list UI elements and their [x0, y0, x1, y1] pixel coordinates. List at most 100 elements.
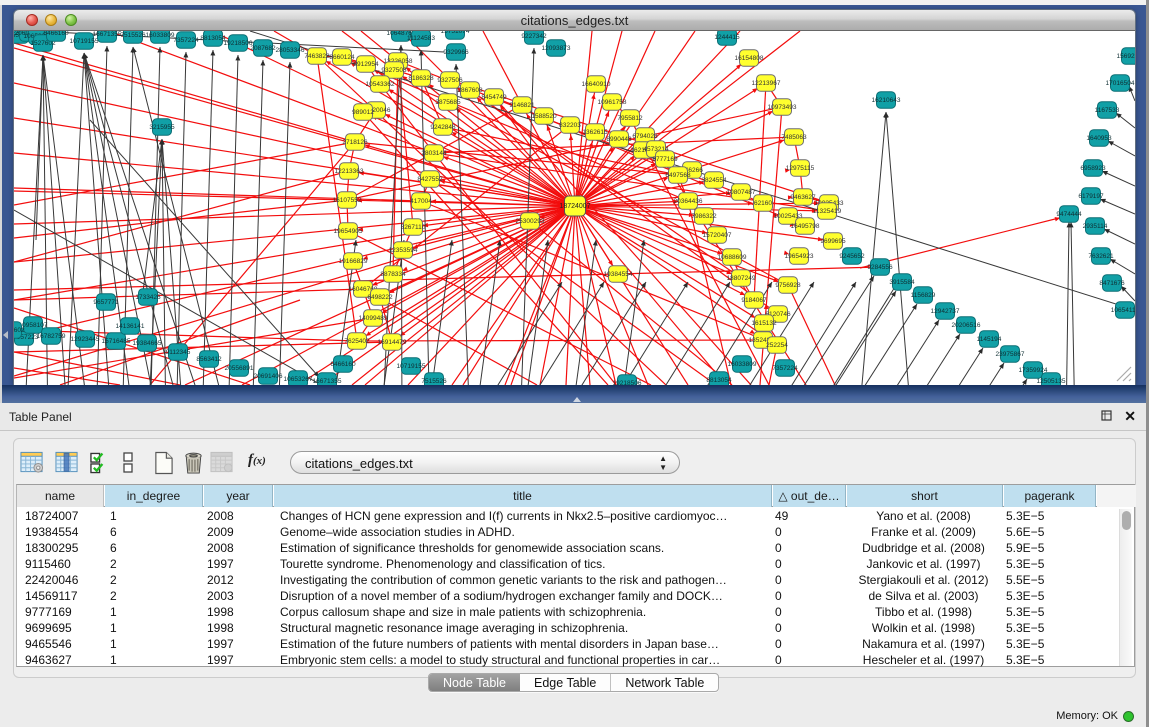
svg-text:6466160: 6466160: [43, 31, 69, 37]
svg-text:8990448: 8990448: [606, 136, 632, 143]
svg-text:7515526: 7515526: [421, 378, 447, 385]
svg-text:12942737: 12942737: [931, 308, 960, 315]
svg-text:10543362: 10543362: [366, 81, 395, 88]
svg-text:10719155: 10719155: [397, 363, 426, 370]
svg-text:20364436: 20364436: [674, 198, 703, 205]
svg-text:9184067: 9184067: [741, 297, 767, 304]
svg-text:10688609: 10688609: [718, 254, 747, 261]
svg-text:8912954: 8912954: [353, 61, 379, 68]
svg-text:9327503: 9327503: [381, 67, 407, 74]
svg-text:8813054: 8813054: [706, 377, 732, 384]
svg-text:19654923: 19654923: [785, 253, 814, 260]
svg-text:8878334: 8878334: [380, 271, 406, 278]
svg-text:16495798: 16495798: [791, 223, 820, 230]
svg-text:6958923: 6958923: [1080, 165, 1106, 172]
svg-text:9227342: 9227342: [521, 33, 547, 40]
svg-text:6794028: 6794028: [632, 133, 658, 140]
svg-text:16671355: 16671355: [313, 378, 342, 385]
svg-text:12975115: 12975115: [786, 165, 815, 172]
svg-text:7485063: 7485063: [781, 134, 807, 141]
svg-text:1588520: 1588520: [531, 113, 557, 120]
svg-text:6179197: 6179197: [1078, 193, 1104, 200]
svg-text:2867608: 2867608: [457, 87, 483, 94]
svg-text:12213363: 12213363: [335, 168, 364, 175]
svg-text:9463627: 9463627: [790, 194, 816, 201]
svg-text:16671355: 16671355: [93, 31, 122, 38]
svg-text:20206516: 20206516: [952, 322, 981, 329]
svg-text:18807249: 18807249: [727, 275, 756, 282]
svg-text:15720407: 15720407: [703, 232, 732, 239]
svg-text:989012: 989012: [352, 109, 374, 116]
svg-text:7955812: 7955812: [617, 115, 643, 122]
svg-text:7632621: 7632621: [1088, 253, 1114, 260]
svg-text:8563412: 8563412: [196, 356, 222, 363]
svg-text:9474444: 9474444: [1056, 211, 1082, 218]
svg-text:417004: 417004: [410, 198, 432, 205]
svg-text:2803144: 2803144: [421, 150, 447, 157]
svg-text:1244415: 1244415: [714, 34, 740, 41]
svg-text:9657771: 9657771: [93, 299, 119, 306]
svg-text:10719155: 10719155: [70, 38, 99, 45]
svg-text:15692371: 15692371: [1117, 53, 1135, 60]
svg-text:10653267: 10653267: [284, 376, 313, 383]
svg-text:1167533: 1167533: [1095, 107, 1120, 114]
svg-text:7986322: 7986322: [691, 213, 717, 220]
svg-text:10973493: 10973493: [768, 104, 797, 111]
svg-text:6498222: 6498222: [367, 294, 393, 301]
svg-text:1527602: 1527602: [14, 327, 25, 334]
svg-text:16107552: 16107552: [333, 197, 362, 204]
svg-text:2718126: 2718126: [342, 139, 368, 146]
svg-text:62160: 62160: [754, 200, 772, 207]
svg-text:832203: 832203: [559, 122, 581, 129]
svg-text:8813054: 8813054: [200, 35, 226, 42]
svg-text:12505135: 12505135: [1037, 378, 1066, 385]
svg-text:7357224: 7357224: [173, 37, 199, 44]
svg-text:1640953: 1640953: [1086, 135, 1112, 142]
svg-text:8186328: 8186328: [408, 75, 434, 82]
svg-text:16210643: 16210643: [872, 97, 901, 104]
svg-text:11325419: 11325419: [813, 208, 842, 215]
svg-text:12213967: 12213967: [752, 80, 781, 87]
svg-text:19654905: 19654905: [334, 228, 363, 235]
svg-text:3915584: 3915584: [889, 279, 915, 286]
svg-text:252254: 252254: [766, 342, 788, 349]
svg-text:16033809: 16033809: [728, 361, 757, 368]
svg-text:16914479: 16914479: [378, 339, 407, 346]
svg-text:9699695: 9699695: [820, 238, 846, 245]
svg-text:8660124: 8660124: [329, 54, 355, 61]
svg-text:10807487: 10807487: [727, 189, 756, 196]
svg-text:23975867: 23975867: [996, 351, 1025, 358]
svg-text:11124583: 11124583: [407, 35, 435, 42]
svg-text:16782759: 16782759: [37, 333, 66, 340]
svg-text:7515526: 7515526: [120, 32, 146, 39]
svg-text:8471676: 8471676: [1099, 280, 1125, 287]
svg-text:19384665: 19384665: [133, 340, 162, 347]
svg-text:12923445: 12923445: [71, 336, 100, 343]
svg-text:14099489: 14099489: [359, 315, 388, 322]
svg-text:18724007: 18724007: [559, 203, 590, 210]
svg-text:6497568: 6497568: [665, 172, 691, 179]
svg-text:17016504: 17016504: [1106, 80, 1135, 87]
svg-text:9146821: 9146821: [509, 102, 535, 109]
svg-text:1156829: 1156829: [911, 292, 936, 299]
svg-text:1615132: 1615132: [751, 320, 777, 327]
svg-text:7625402: 7625402: [344, 338, 370, 345]
svg-text:28053346: 28053346: [276, 47, 305, 54]
svg-text:19166829: 19166829: [339, 258, 368, 265]
svg-text:8454749: 8454749: [481, 94, 507, 101]
svg-text:3215955: 3215955: [149, 124, 175, 131]
svg-text:20556891: 20556891: [225, 365, 254, 372]
svg-text:25300293: 25300293: [516, 218, 545, 225]
svg-text:9327506: 9327506: [437, 77, 463, 84]
svg-text:9245652: 9245652: [839, 253, 865, 260]
svg-text:2935114: 2935114: [1083, 223, 1108, 230]
svg-text:8427552: 8427552: [417, 176, 443, 183]
svg-text:3267110: 3267110: [401, 224, 426, 231]
svg-text:16154808: 16154808: [735, 55, 764, 62]
svg-text:7463822: 7463822: [304, 53, 330, 60]
svg-text:9756928: 9756928: [775, 282, 801, 289]
svg-text:2087682: 2087682: [250, 45, 276, 52]
svg-text:6466160: 6466160: [330, 361, 356, 368]
svg-text:3875685: 3875685: [435, 99, 461, 106]
svg-text:15716485: 15716485: [102, 338, 131, 345]
